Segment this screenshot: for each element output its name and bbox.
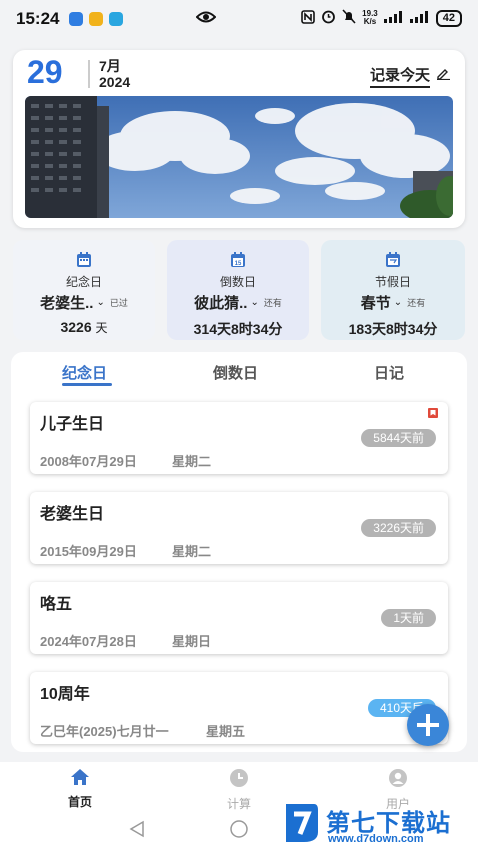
chevron-down-icon: ⌄	[250, 297, 259, 308]
watermark-url: www.d7down.com	[328, 833, 424, 845]
mute-icon	[342, 9, 356, 27]
event-title: 儿子生日	[40, 416, 105, 433]
event-date: 2024年07月28日	[40, 634, 137, 649]
day-number: 29	[27, 54, 63, 90]
battery-indicator: 42	[435, 9, 462, 27]
tab-bar: 纪念日 倒数日 日记	[11, 352, 467, 392]
stat-card-holiday[interactable]: 节假日 春节 ⌄ 还有 183天8时34分	[321, 240, 465, 340]
date-header-card: 29 7月 2024 记录今天	[13, 50, 465, 228]
stat-event-name: 彼此猜..	[194, 295, 248, 312]
svg-text:15: 15	[235, 261, 242, 267]
stat-suffix: 已过	[109, 298, 128, 308]
nav-label: 计算	[226, 797, 251, 811]
stat-value: 3226 天	[60, 319, 108, 335]
network-speed: 19.3 K/s	[362, 9, 378, 26]
event-card[interactable]: 咯五 1天前 2024年07月28日 星期日	[30, 582, 448, 654]
clock-icon	[229, 769, 249, 792]
event-title: 老婆生日	[40, 506, 105, 523]
event-title: 10周年	[40, 686, 90, 703]
stat-type-label: 倒数日	[219, 275, 256, 289]
signal-icon	[383, 10, 404, 26]
nav-label: 首页	[67, 795, 92, 809]
active-tab-underline	[62, 383, 112, 386]
event-weekday: 星期二	[172, 454, 212, 469]
eye-icon	[195, 10, 217, 29]
calendar-icon	[76, 252, 92, 273]
event-weekday: 星期五	[206, 724, 246, 739]
user-icon	[388, 769, 408, 792]
days-badge: 5844天前	[361, 429, 436, 447]
year-label: 2024	[99, 74, 131, 90]
tab-diary[interactable]: 日记	[374, 362, 404, 383]
home-icon	[70, 769, 90, 790]
back-icon[interactable]	[128, 820, 146, 843]
nav-calculate[interactable]: 计算	[199, 768, 279, 812]
alarm-icon	[321, 9, 336, 27]
date-divider	[88, 60, 90, 88]
chevron-down-icon: ⌄	[96, 297, 105, 308]
bookmark-icon	[427, 406, 439, 424]
nav-home[interactable]: 首页	[40, 768, 120, 810]
app-notification-icon	[109, 12, 124, 26]
event-date: 2008年07月29日	[40, 454, 137, 469]
watermark-logo-icon	[284, 802, 320, 849]
stat-event-name: 老婆生..	[40, 295, 94, 312]
stat-suffix: 还有	[407, 298, 426, 308]
app-notification-icon	[69, 12, 84, 26]
event-card[interactable]: 儿子生日 5844天前 2008年07月29日 星期二	[30, 402, 448, 474]
site-watermark: 第七下载站 www.d7down.com	[282, 800, 478, 850]
stat-type-label: 节假日	[374, 275, 411, 289]
days-badge: 1天前	[381, 609, 436, 627]
app-notification-icon	[89, 12, 104, 26]
holiday-card-icon	[385, 252, 401, 273]
stat-card-countdown[interactable]: 15 倒数日 彼此猜.. ⌄ 还有 314天8时34分	[167, 240, 309, 340]
event-title: 咯五	[40, 596, 73, 613]
record-today-button[interactable]: 记录今天	[369, 64, 451, 88]
chevron-down-icon: ⌄	[393, 297, 403, 308]
signal-icon	[409, 10, 430, 26]
sky-photo	[25, 96, 453, 218]
events-panel: 纪念日 倒数日 日记 儿子生日 5844天前 2008年07月29日 星期二 老…	[11, 352, 467, 752]
record-today-label: 记录今天	[369, 64, 430, 88]
tab-anniversary[interactable]: 纪念日	[62, 362, 107, 383]
stat-card-anniversary[interactable]: 纪念日 老婆生.. ⌄ 已过 3226 天	[13, 240, 155, 340]
tab-countdown[interactable]: 倒数日	[213, 362, 258, 383]
nfc-icon	[301, 9, 315, 27]
event-weekday: 星期日	[172, 634, 212, 649]
stat-type-label: 纪念日	[65, 275, 102, 289]
event-date: 2015年09月29日	[40, 544, 137, 559]
home-circle-icon[interactable]	[229, 820, 249, 843]
stat-suffix: 还有	[263, 298, 282, 308]
calendar-15-icon: 15	[230, 252, 246, 273]
status-time: 15:24	[16, 9, 60, 28]
days-badge: 3226天前	[361, 519, 436, 537]
edit-icon	[436, 67, 451, 85]
event-weekday: 星期二	[172, 544, 212, 559]
stat-event-name: 春节	[360, 295, 391, 312]
event-date: 乙巳年(2025)七月廿一	[40, 724, 169, 739]
stat-value: 183天8时34分	[348, 321, 438, 337]
event-card[interactable]: 10周年 410天后 乙巳年(2025)七月廿一 星期五	[30, 672, 448, 744]
add-event-button[interactable]	[407, 704, 449, 746]
month-label: 7月	[99, 58, 121, 74]
status-bar: 15:24 19.3 K/s 42	[0, 0, 478, 38]
event-card[interactable]: 老婆生日 3226天前 2015年09月29日 星期二	[30, 492, 448, 564]
stat-value: 314天8时34分	[193, 321, 283, 337]
